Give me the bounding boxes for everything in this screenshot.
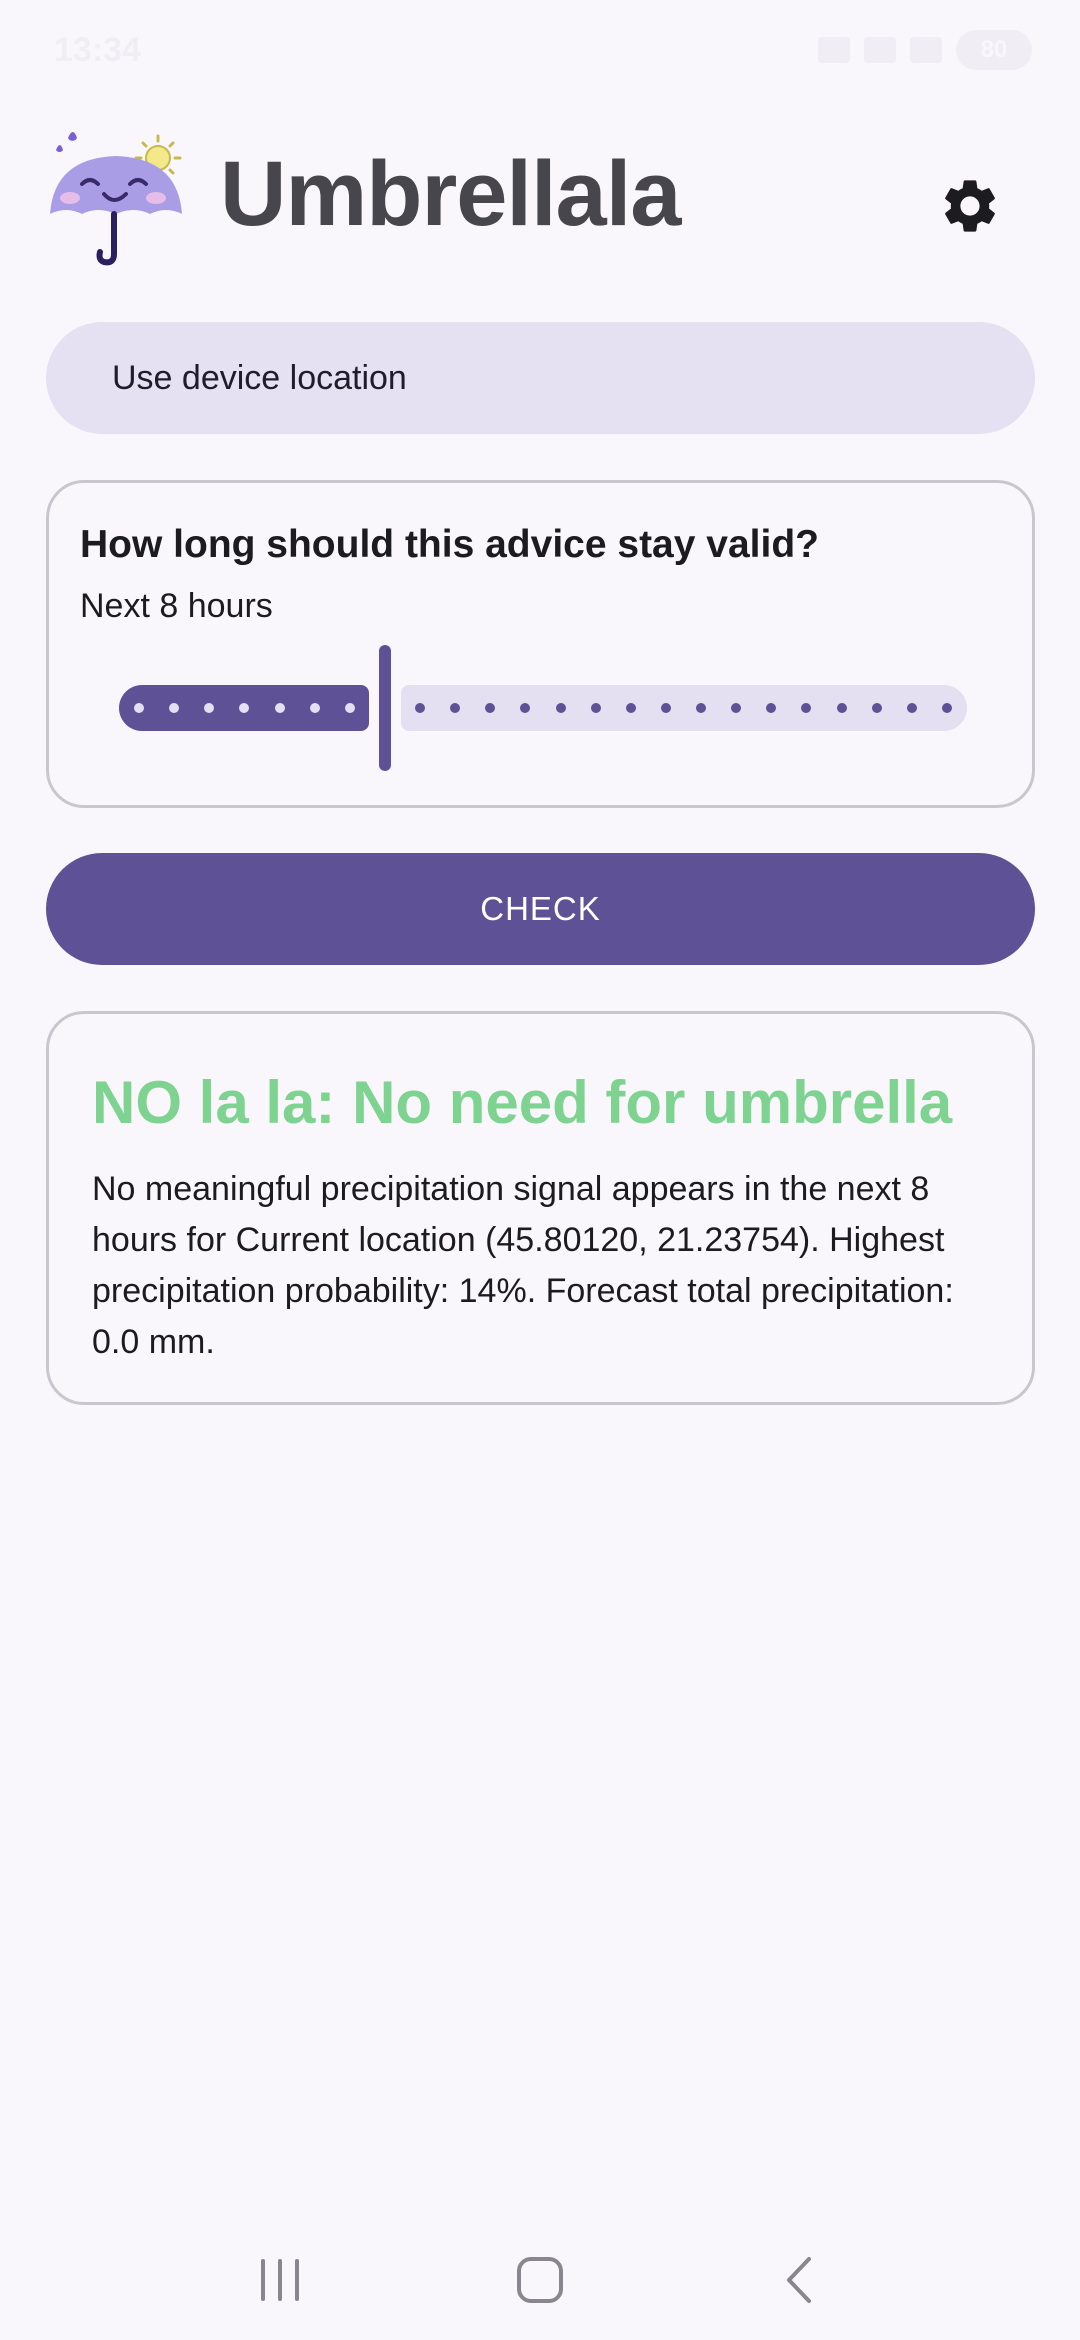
home-icon	[517, 2257, 563, 2303]
slider-tick	[942, 703, 952, 713]
slider-tick	[590, 703, 601, 713]
slider-tick	[555, 703, 566, 713]
status-icons: 80	[818, 30, 1032, 70]
app-title: Umbrellala	[220, 143, 681, 245]
umbrella-face-icon	[50, 132, 182, 266]
slider-tick	[134, 703, 144, 713]
slider-thumb[interactable]	[378, 645, 391, 771]
slider-tick	[274, 703, 285, 713]
back-icon	[787, 2257, 811, 2303]
validity-card: How long should this advice stay valid? …	[46, 480, 1035, 808]
home-button[interactable]	[490, 2240, 590, 2320]
call-icon	[864, 37, 896, 63]
validity-question: How long should this advice stay valid?	[80, 523, 819, 566]
slider-tick	[906, 703, 917, 713]
result-title: NO la la: No need for umbrella	[92, 1069, 953, 1136]
status-bar: 13:34 80	[0, 0, 1080, 100]
battery-icon: 80	[956, 30, 1032, 70]
result-card: NO la la: No need for umbrella No meanin…	[46, 1011, 1035, 1405]
gear-icon	[945, 180, 995, 232]
slider-tick	[836, 703, 847, 713]
result-body: No meaningful precipitation signal appea…	[92, 1170, 954, 1361]
settings-button[interactable]	[926, 162, 1014, 250]
back-button[interactable]	[750, 2240, 850, 2320]
recents-button[interactable]	[230, 2240, 330, 2320]
check-button[interactable]: CHECK	[46, 853, 1035, 965]
slider-tick	[871, 703, 882, 713]
validity-current-value: Next 8 hours	[80, 587, 273, 625]
slider-tick	[660, 703, 671, 713]
status-time: 13:34	[54, 30, 141, 69]
use-device-location-button[interactable]: Use device location	[46, 322, 1035, 434]
app-header: Umbrellala	[46, 120, 1026, 270]
slider-tick	[625, 703, 636, 713]
slider-tick	[309, 703, 320, 713]
slider-tick	[415, 703, 426, 713]
system-nav-bar	[0, 2220, 1080, 2340]
recents-icon	[261, 2259, 299, 2301]
slider-tick	[344, 703, 355, 713]
wifi-icon	[818, 37, 850, 63]
hours-slider[interactable]	[119, 645, 967, 775]
signal-icon	[910, 37, 942, 63]
